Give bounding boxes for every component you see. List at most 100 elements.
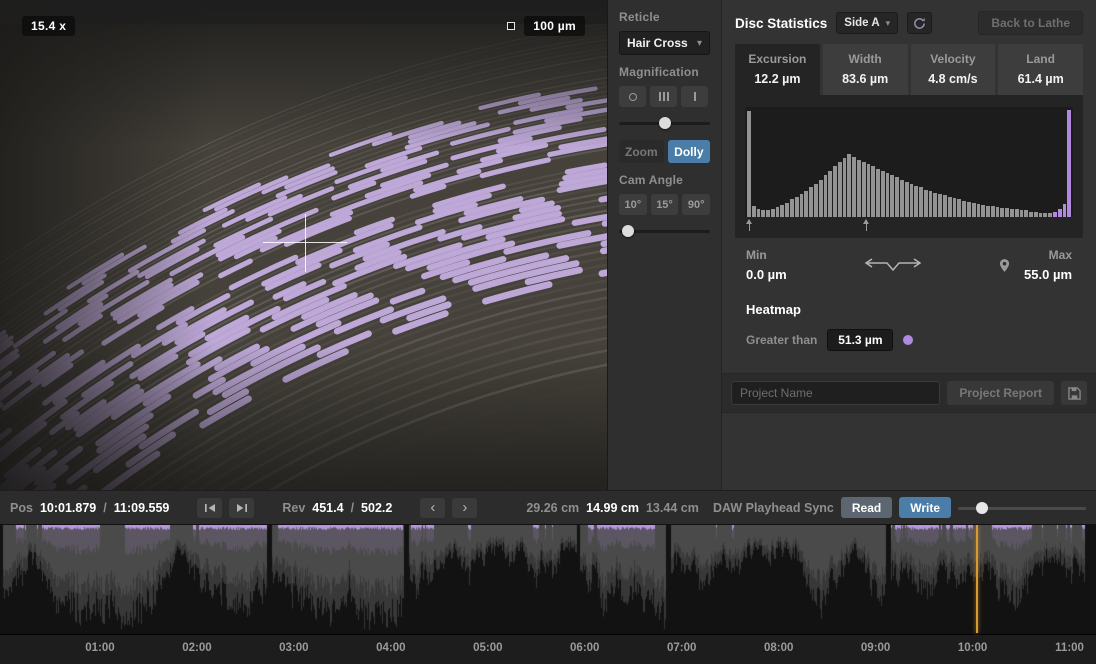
hist-bar [833,166,837,217]
skip-to-end-button[interactable] [229,498,254,518]
viewport-controls: Reticle Hair Cross ▾ Magnification Zoom … [608,0,722,490]
mag-circle-icon-button[interactable] [619,86,646,107]
time-ruler[interactable]: 01:0002:0003:0004:0005:0006:0007:0008:00… [0,634,1096,664]
hist-bar [881,171,885,217]
excursion-histogram [745,107,1073,217]
cam-angle-15-button[interactable]: 15° [651,194,679,215]
zoom-mode-button[interactable]: Zoom [619,140,664,163]
project-report-button[interactable]: Project Report [947,381,1054,405]
hist-bar [1067,110,1071,217]
disc-statistics-panel: Disc Statistics Side A ▾ Back to Lathe E… [722,0,1096,490]
hist-bar [919,187,923,217]
rev-current: 451.4 [312,501,343,515]
transport-slider[interactable] [958,501,1086,515]
magnification-slider-knob[interactable] [659,117,671,129]
magnification-label: Magnification [619,65,710,79]
hist-bar [809,187,813,217]
hist-bar [857,160,861,217]
hist-bar [1010,209,1014,217]
tab-width[interactable]: Width 83.6 µm [823,44,908,95]
timeline-section: 01:0002:0003:0004:0005:0006:0007:0008:00… [0,525,1096,664]
heatmap-color-dot[interactable] [903,335,913,345]
hist-bar [876,169,880,217]
hist-bar [790,199,794,217]
hist-bar [1048,213,1052,217]
hist-bar [948,197,952,217]
prev-rev-button[interactable]: ‹ [420,498,445,518]
cam-angle-slider[interactable] [619,224,710,238]
tab-excursion[interactable]: Excursion 12.2 µm [735,44,820,95]
hist-marker [749,220,750,231]
rev-label: Rev [282,501,305,515]
hist-bar [867,164,871,217]
hist-bar [924,190,928,218]
tab-velocity[interactable]: Velocity 4.8 cm/s [911,44,996,95]
hist-bar [1029,212,1033,218]
transport-slider-knob[interactable] [976,502,988,514]
daw-read-button[interactable]: Read [841,497,892,518]
waveform-canvas[interactable] [0,525,1096,633]
greater-than-label: Greater than [746,333,817,347]
refresh-button[interactable] [907,12,932,34]
heatmap-threshold-input[interactable] [827,329,893,351]
magnification-slider[interactable] [619,116,710,130]
chevron-down-icon: ▾ [697,38,702,49]
hist-bar [886,173,890,217]
pos-total: 11:09.559 [114,501,170,515]
hist-bar [1058,209,1062,217]
side-select[interactable]: Side A ▾ [836,12,898,34]
hist-bar [967,202,971,217]
bars-icon [659,92,661,101]
timeline-tick-label: 03:00 [279,642,308,654]
pos-current: 10:01.879 [40,501,96,515]
skip-start-icon [204,503,216,513]
hist-bar [986,206,990,217]
hist-bar [785,203,789,217]
app-root: 15.4 x 100 µm Reticle Hair Cross ▾ Magni… [0,0,1096,664]
hist-bar [1020,210,1024,217]
hist-bar [1039,213,1043,217]
hist-bar [766,210,770,217]
project-name-input[interactable] [731,381,940,405]
groove-3d-viewport[interactable]: 15.4 x 100 µm [0,0,608,490]
hist-bar [905,182,909,217]
project-row: Project Report [722,373,1096,413]
hist-bar [838,162,842,217]
hist-bar [1053,212,1057,218]
mag-triple-bar-icon-button[interactable] [650,86,677,107]
cam-angle-slider-knob[interactable] [622,225,634,237]
reticle-label: Reticle [619,10,710,24]
timeline-tick-label: 10:00 [958,642,987,654]
zoom-factor-badge: 15.4 x [22,16,75,36]
hist-bar [977,204,981,217]
rev-total: 502.2 [361,501,392,515]
hist-bar [910,184,914,217]
chevron-right-icon: › [462,500,467,515]
chevron-left-icon: ‹ [430,500,435,515]
playhead-cursor[interactable] [976,525,978,633]
next-rev-button[interactable]: › [452,498,477,518]
scale-indicator: 100 µm [507,16,585,36]
save-button[interactable] [1061,381,1087,405]
timeline-tick-label: 06:00 [570,642,599,654]
reticle-select-value: Hair Cross [627,36,688,50]
mag-single-bar-icon-button[interactable] [681,86,708,107]
tab-land[interactable]: Land 61.4 µm [998,44,1083,95]
hist-bar [780,205,784,217]
hist-bar [914,186,918,217]
back-to-lathe-button[interactable]: Back to Lathe [978,11,1083,35]
chevron-down-icon: ▾ [886,18,891,29]
dolly-mode-button[interactable]: Dolly [668,140,710,163]
daw-write-button[interactable]: Write [899,497,951,518]
skip-to-start-button[interactable] [197,498,222,518]
excursion-chart-panel [735,95,1083,238]
cam-angle-10-button[interactable]: 10° [619,194,647,215]
skip-end-icon [236,503,248,513]
transport-bar: Pos 10:01.879 / 11:09.559 Rev 451.4 / 50… [0,490,1096,525]
reticle-select[interactable]: Hair Cross ▾ [619,31,710,55]
hist-bar [890,175,894,217]
circle-icon [629,93,637,101]
cam-angle-90-button[interactable]: 90° [682,194,710,215]
stylus-profile-icon [861,256,925,274]
histogram-markers [745,219,1073,234]
